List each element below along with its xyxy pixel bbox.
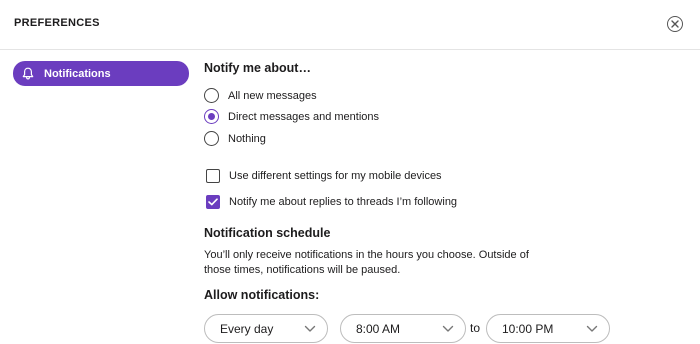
allow-notifications-label: Allow notifications: [204, 288, 320, 302]
notify-heading: Notify me about… [204, 61, 311, 75]
radio-label: All new messages [228, 89, 317, 102]
end-time-select[interactable]: 10:00 PM [486, 314, 610, 343]
days-select-value: Every day [220, 321, 274, 336]
radio-nothing[interactable]: Nothing [204, 131, 266, 146]
days-select[interactable]: Every day [204, 314, 328, 343]
end-time-value: 10:00 PM [502, 321, 554, 336]
radio-button[interactable] [204, 109, 219, 124]
radio-label: Direct messages and mentions [228, 110, 380, 123]
close-icon[interactable] [667, 16, 683, 32]
dialog-title: PREFERENCES [14, 17, 100, 29]
checkbox-label: Use different settings for my mobile dev… [229, 170, 442, 182]
checkbox-mobile-settings[interactable]: Use different settings for my mobile dev… [206, 169, 442, 183]
schedule-heading: Notification schedule [204, 226, 331, 240]
check-icon [208, 198, 218, 206]
to-label: to [470, 321, 481, 335]
sidebar-item-label: Notifications [44, 67, 111, 80]
chevron-down-icon [586, 325, 598, 333]
radio-label: Nothing [228, 132, 266, 145]
dialog-header: PREFERENCES [0, 0, 700, 50]
checkbox[interactable] [206, 195, 220, 209]
chevron-down-icon [304, 325, 316, 333]
checkbox-label: Notify me about replies to threads I’m f… [229, 196, 458, 208]
start-time-select[interactable]: 8:00 AM [340, 314, 466, 343]
sidebar-item-notifications[interactable]: Notifications [13, 61, 189, 86]
radio-all-messages[interactable]: All new messages [204, 88, 317, 103]
schedule-description: You’ll only receive notifications in the… [204, 249, 529, 276]
checkbox[interactable] [206, 169, 220, 183]
radio-button[interactable] [204, 88, 219, 103]
checkbox-thread-replies[interactable]: Notify me about replies to threads I’m f… [206, 195, 457, 209]
start-time-value: 8:00 AM [356, 321, 401, 336]
radio-button[interactable] [204, 131, 219, 146]
bell-icon [21, 67, 35, 81]
chevron-down-icon [442, 325, 454, 333]
radio-direct-mentions[interactable]: Direct messages and mentions [204, 109, 379, 124]
